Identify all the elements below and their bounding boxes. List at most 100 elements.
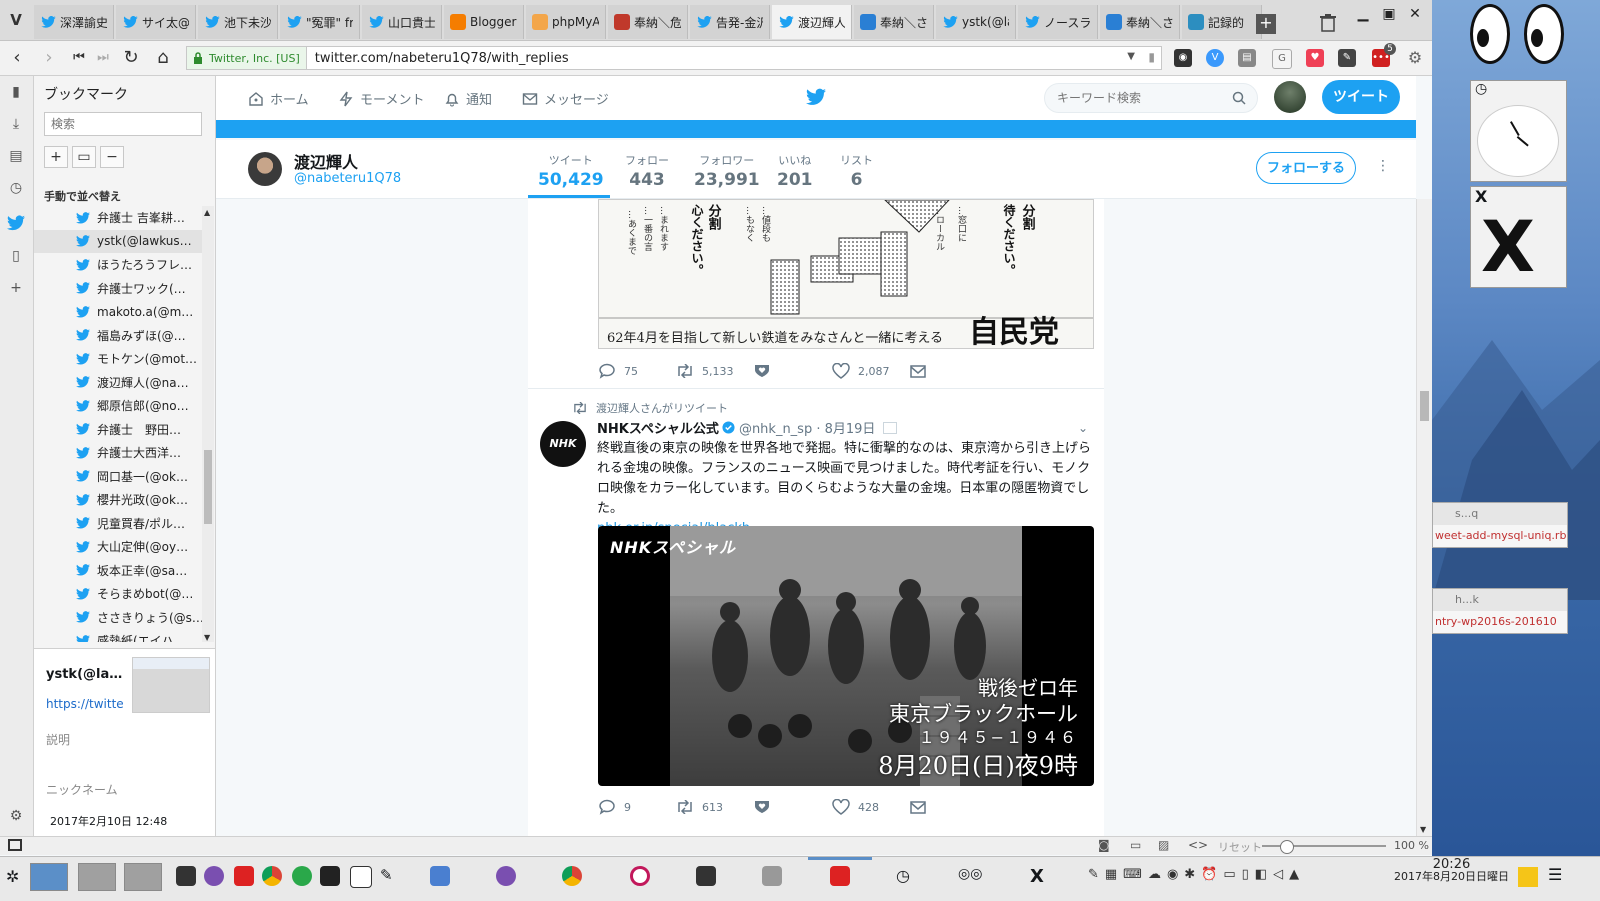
more-options-icon[interactable]: ⋮	[1376, 158, 1390, 174]
browser-tab[interactable]: 記録的	[1182, 5, 1262, 39]
bookmark-item[interactable]: 感熱紙(エイハ…	[34, 629, 204, 642]
settings-icon[interactable]: ⚙	[7, 808, 25, 826]
workspace-2[interactable]	[78, 863, 116, 891]
forward-button[interactable]: ›	[38, 47, 60, 69]
like-action[interactable]: 428	[832, 799, 910, 815]
bookmark-detail-name[interactable]: ystk(@la…	[46, 667, 122, 682]
bookmark-item[interactable]: ささきりょう(@s…	[34, 606, 204, 630]
bookmark-item[interactable]: ほうたろうフレ…	[34, 253, 204, 277]
browser-tab[interactable]: 渡辺輝人	[772, 5, 852, 39]
x-task-icon[interactable]	[762, 866, 782, 886]
bookmark-page-icon[interactable]: ▮	[1148, 50, 1155, 64]
files-icon[interactable]	[430, 866, 450, 886]
xeyes-task-icon[interactable]: ◎◎	[958, 866, 988, 886]
v-extension-icon[interactable]: V	[1206, 49, 1224, 67]
browser-tab[interactable]: ノースラ・	[1018, 5, 1098, 39]
vivaldi-task-icon[interactable]	[830, 866, 850, 886]
trash-icon[interactable]	[1320, 14, 1336, 32]
bookmark-detail-url[interactable]: https://twitte	[46, 697, 124, 711]
author-avatar[interactable]: NHK	[540, 421, 586, 467]
nav-moments[interactable]: モーメント	[338, 89, 424, 108]
twitter-search-input[interactable]	[1044, 83, 1258, 113]
site-certificate[interactable]: Twitter, Inc. [US]	[187, 47, 307, 69]
browser-tab[interactable]: ystk(@la	[936, 5, 1016, 39]
show-desktop-icon[interactable]: ☰	[1548, 865, 1562, 884]
page-panel-icon[interactable]: ▯	[7, 248, 25, 266]
remove-bookmark-button[interactable]: −	[100, 146, 124, 168]
history-panel-icon[interactable]: ◷	[7, 180, 25, 198]
taskbar-clock[interactable]: 20:26 2017年8月20日日曜日	[1394, 858, 1509, 883]
vivaldi-menu-button[interactable]: V	[4, 8, 28, 32]
notification-window[interactable]: h...k ntry-wp2016s-201610	[1432, 588, 1568, 634]
browser-tab[interactable]: phpMyA	[526, 5, 606, 39]
stat-tweets[interactable]: ツイート 50,429	[538, 152, 604, 190]
bookmark-item[interactable]: makoto.a(@m…	[34, 300, 204, 324]
stat-following[interactable]: フォロー 443	[625, 152, 669, 190]
bookmark-item[interactable]: 弁護士 吉峯耕…	[34, 206, 204, 230]
browser-tab[interactable]: 告発-金沢	[690, 5, 770, 39]
tile-icon[interactable]: ▭	[1130, 838, 1141, 852]
camera-icon[interactable]: ◙	[1098, 838, 1110, 852]
note-extension-icon[interactable]: ▤	[1238, 49, 1256, 67]
like-extension-action[interactable]	[754, 800, 832, 814]
nav-home[interactable]: ホーム	[248, 89, 309, 108]
reload-button[interactable]: ↻	[120, 47, 142, 69]
stat-followers[interactable]: フォロワー 23,991	[694, 152, 760, 190]
profile-handle[interactable]: @nabeteru1Q78	[294, 171, 401, 186]
twitter-panel-icon[interactable]	[7, 214, 25, 232]
panel-toggle-icon[interactable]	[8, 839, 22, 851]
zoom-reset-button[interactable]: リセット	[1218, 839, 1262, 855]
bookmark-item[interactable]: 弁護士大西洋…	[34, 441, 204, 465]
record-task-icon[interactable]	[630, 866, 650, 886]
bookmark-item[interactable]: 郷原信郎(@no…	[34, 394, 204, 418]
tweet-media[interactable]: NHKスペシャル 戦後ゼロ年 東京ブラックホール １９４５−１９４６ 8月20日…	[598, 526, 1094, 786]
chrome-task-icon[interactable]	[562, 866, 582, 886]
browser-tab[interactable]: 深澤諭史	[34, 5, 114, 39]
notes-panel-icon[interactable]: ▤	[7, 148, 25, 166]
bookmark-item[interactable]: そらまめbot(@…	[34, 582, 204, 606]
retweet-action[interactable]: 5,133	[676, 364, 754, 378]
penguin-icon[interactable]: ✎	[380, 866, 400, 886]
follow-button[interactable]: フォローする	[1256, 152, 1356, 184]
url-dropdown-icon[interactable]: ▼	[1127, 51, 1135, 62]
tweet-menu-chevron-icon[interactable]: ⌄	[1078, 421, 1088, 435]
retweet-context-text[interactable]: 渡辺輝人さんがリツイート	[596, 400, 728, 416]
account-avatar[interactable]	[1274, 81, 1306, 113]
browser-tab[interactable]: 山口貴士	[362, 5, 442, 39]
owl-extension-icon[interactable]: ◉	[1174, 49, 1192, 67]
g-extension-icon[interactable]: G	[1272, 49, 1292, 69]
pocket-icon[interactable]: ♥	[1306, 49, 1324, 67]
like-extension-action[interactable]	[754, 364, 832, 378]
rewind-button[interactable]: ⏮	[68, 47, 90, 69]
back-button[interactable]: ‹	[6, 47, 28, 69]
browser-tab[interactable]: サイ太@	[116, 5, 196, 39]
zoom-slider[interactable]	[1262, 840, 1386, 854]
workspace-1[interactable]	[30, 863, 68, 891]
settings-extension-icon[interactable]: ⚙	[1406, 49, 1424, 67]
page-scrollbar[interactable]: ▼	[1416, 199, 1433, 836]
bookmark-item[interactable]: 弁護士 野田…	[34, 418, 204, 442]
tweet-button[interactable]: ツイート	[1322, 80, 1400, 114]
bookmark-item[interactable]: モトケン(@mot…	[34, 347, 204, 371]
bookmark-scroll-thumb[interactable]	[204, 450, 212, 524]
browser-tab[interactable]: 奉納＼さ	[1100, 5, 1180, 39]
stat-lists[interactable]: リスト 6	[840, 152, 873, 190]
chrome-icon[interactable]	[262, 866, 282, 886]
profile-name[interactable]: 渡辺輝人	[294, 149, 358, 173]
translate-icon[interactable]	[883, 421, 898, 434]
bookmark-item[interactable]: ystk(@lawkus…	[34, 229, 204, 253]
bookmark-item[interactable]: 児童買春/ポル…	[34, 512, 204, 536]
nav-messages[interactable]: メッセージ	[522, 89, 609, 108]
maximize-button[interactable]: ▣	[1378, 6, 1400, 26]
reply-action[interactable]: 75	[598, 363, 676, 379]
bookmark-item[interactable]: 坂本正幸(@sa…	[34, 559, 204, 583]
clock-task-icon[interactable]: ◷	[896, 866, 916, 886]
x-widget[interactable]: X X	[1470, 186, 1567, 288]
reply-action[interactable]: 9	[598, 799, 676, 815]
bookmark-scrollbar[interactable]: ▲ ▼	[202, 206, 214, 642]
evernote-icon[interactable]: ✎	[1338, 49, 1356, 67]
add-bookmark-button[interactable]: +	[44, 146, 68, 168]
profile-avatar[interactable]	[248, 152, 282, 186]
bookmark-item[interactable]: 福島みずほ(@…	[34, 324, 204, 348]
browser-tab[interactable]: Blogger:	[444, 5, 524, 39]
